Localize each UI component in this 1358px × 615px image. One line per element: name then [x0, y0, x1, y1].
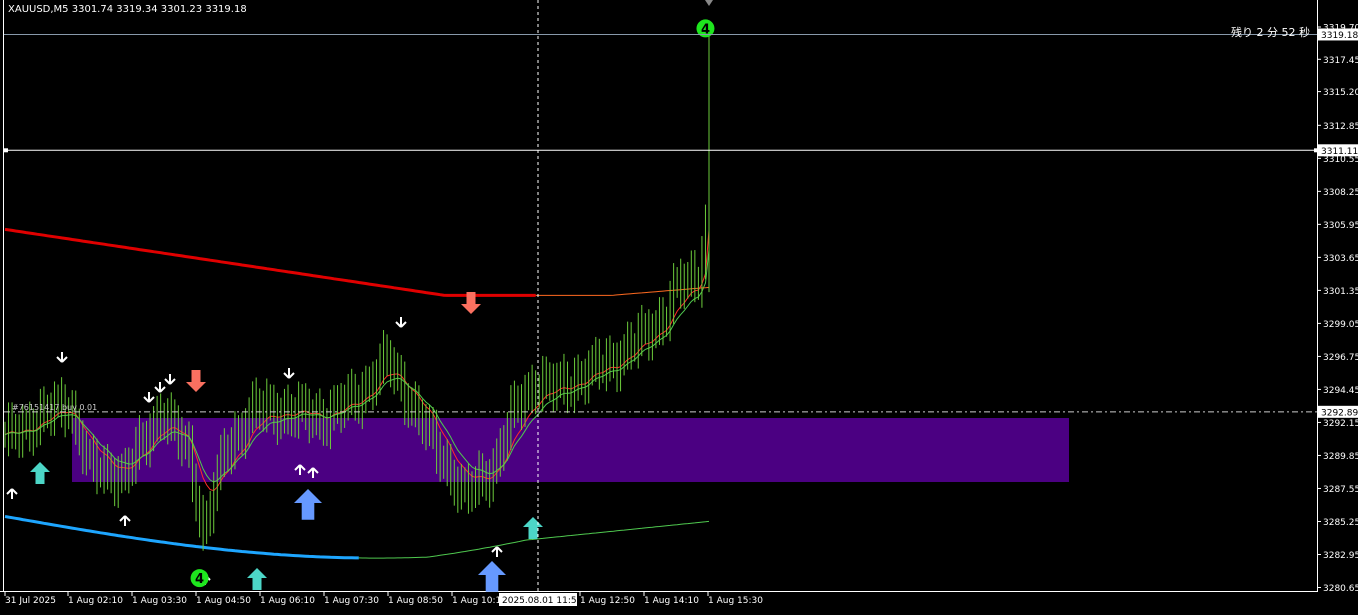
bar-countdown: 残り 2 分 52 秒 [1231, 26, 1310, 39]
signal-badge-label: 4 [701, 22, 710, 37]
order-label: #76151417 buy 0.01 [12, 403, 97, 412]
y-tick-label: 3312.85 [1323, 122, 1358, 132]
y-tick-label: 3299.05 [1323, 320, 1358, 330]
bid-price-label: 3319.18 [1321, 31, 1358, 41]
bar-marker-icon [705, 0, 713, 6]
buy-arrow-blue [294, 489, 322, 520]
y-tick-label: 3308.25 [1323, 188, 1358, 198]
x-tick-label: 1 Aug 08:50 [388, 596, 443, 606]
slow-ma-upper-thin [535, 286, 710, 296]
ohlc-values: 3301.74 3319.34 3301.23 3319.18 [71, 4, 247, 15]
price-chart[interactable]: 3319.703317.453315.203312.853310.553308.… [0, 0, 1358, 615]
y-tick-label: 3292.15 [1323, 419, 1358, 429]
y-tick-label: 3287.55 [1323, 485, 1358, 495]
buy-arrow-blue [478, 561, 506, 592]
y-tick-label: 3296.75 [1323, 353, 1358, 363]
slow-ma-lower-thick [4, 515, 359, 560]
x-tick-label: 31 Jul 2025 [5, 596, 56, 606]
y-tick-label: 3315.20 [1323, 88, 1358, 98]
horizontal-line-label: 3311.11 [1321, 147, 1358, 157]
x-tick-label: 1 Aug 02:10 [68, 596, 123, 606]
buy-arrow-teal [247, 568, 267, 590]
sell-signal-arrow [395, 317, 407, 328]
y-tick-label: 3289.85 [1323, 452, 1358, 462]
sell-signal-arrow [283, 368, 295, 379]
buy-signal-arrow [119, 515, 131, 526]
signal-badge-label: 4 [195, 572, 204, 587]
buy-arrow-teal [30, 462, 50, 484]
sell-signal-arrow [143, 392, 155, 403]
sell-signal-arrow [154, 382, 166, 393]
y-tick-label: 3280.65 [1323, 584, 1358, 594]
symbol-header: XAUUSD,M5 3301.74 3319.34 3301.23 3319.1… [8, 4, 247, 15]
sell-arrow-large [186, 370, 206, 392]
y-tick-label: 3285.25 [1323, 518, 1358, 528]
y-tick-label: 3305.95 [1323, 221, 1358, 231]
x-tick-label: 1 Aug 06:10 [260, 596, 315, 606]
horizontal-line-handle[interactable] [3, 148, 8, 153]
sell-signal-arrow [164, 374, 176, 385]
x-tick-label: 1 Aug 04:50 [196, 596, 251, 606]
buy-arrow-teal [523, 517, 543, 539]
crosshair-time-label: 2025.08.01 11:55 [502, 596, 582, 606]
supply-zone[interactable] [72, 418, 1069, 482]
x-tick-label: 1 Aug 14:10 [644, 596, 699, 606]
order-price-label: 3292.89 [1321, 408, 1358, 418]
y-tick-label: 3282.95 [1323, 551, 1358, 561]
y-tick-label: 3294.45 [1323, 386, 1358, 396]
y-tick-label: 3301.35 [1323, 287, 1358, 297]
x-tick-label: 1 Aug 10:10 [452, 596, 507, 606]
sell-signal-arrow [56, 352, 68, 363]
x-tick-label: 1 Aug 12:50 [580, 596, 635, 606]
symbol-name: XAUUSD,M5 [8, 4, 69, 15]
x-tick-label: 1 Aug 07:30 [324, 596, 379, 606]
buy-signal-arrow [6, 488, 18, 499]
x-tick-label: 1 Aug 15:30 [708, 596, 763, 606]
slow-ma-upper-thick [4, 227, 536, 297]
y-tick-label: 3317.45 [1323, 56, 1358, 66]
buy-signal-arrow [491, 546, 503, 557]
y-tick-label: 3303.65 [1323, 254, 1358, 264]
x-tick-label: 1 Aug 03:30 [132, 596, 187, 606]
